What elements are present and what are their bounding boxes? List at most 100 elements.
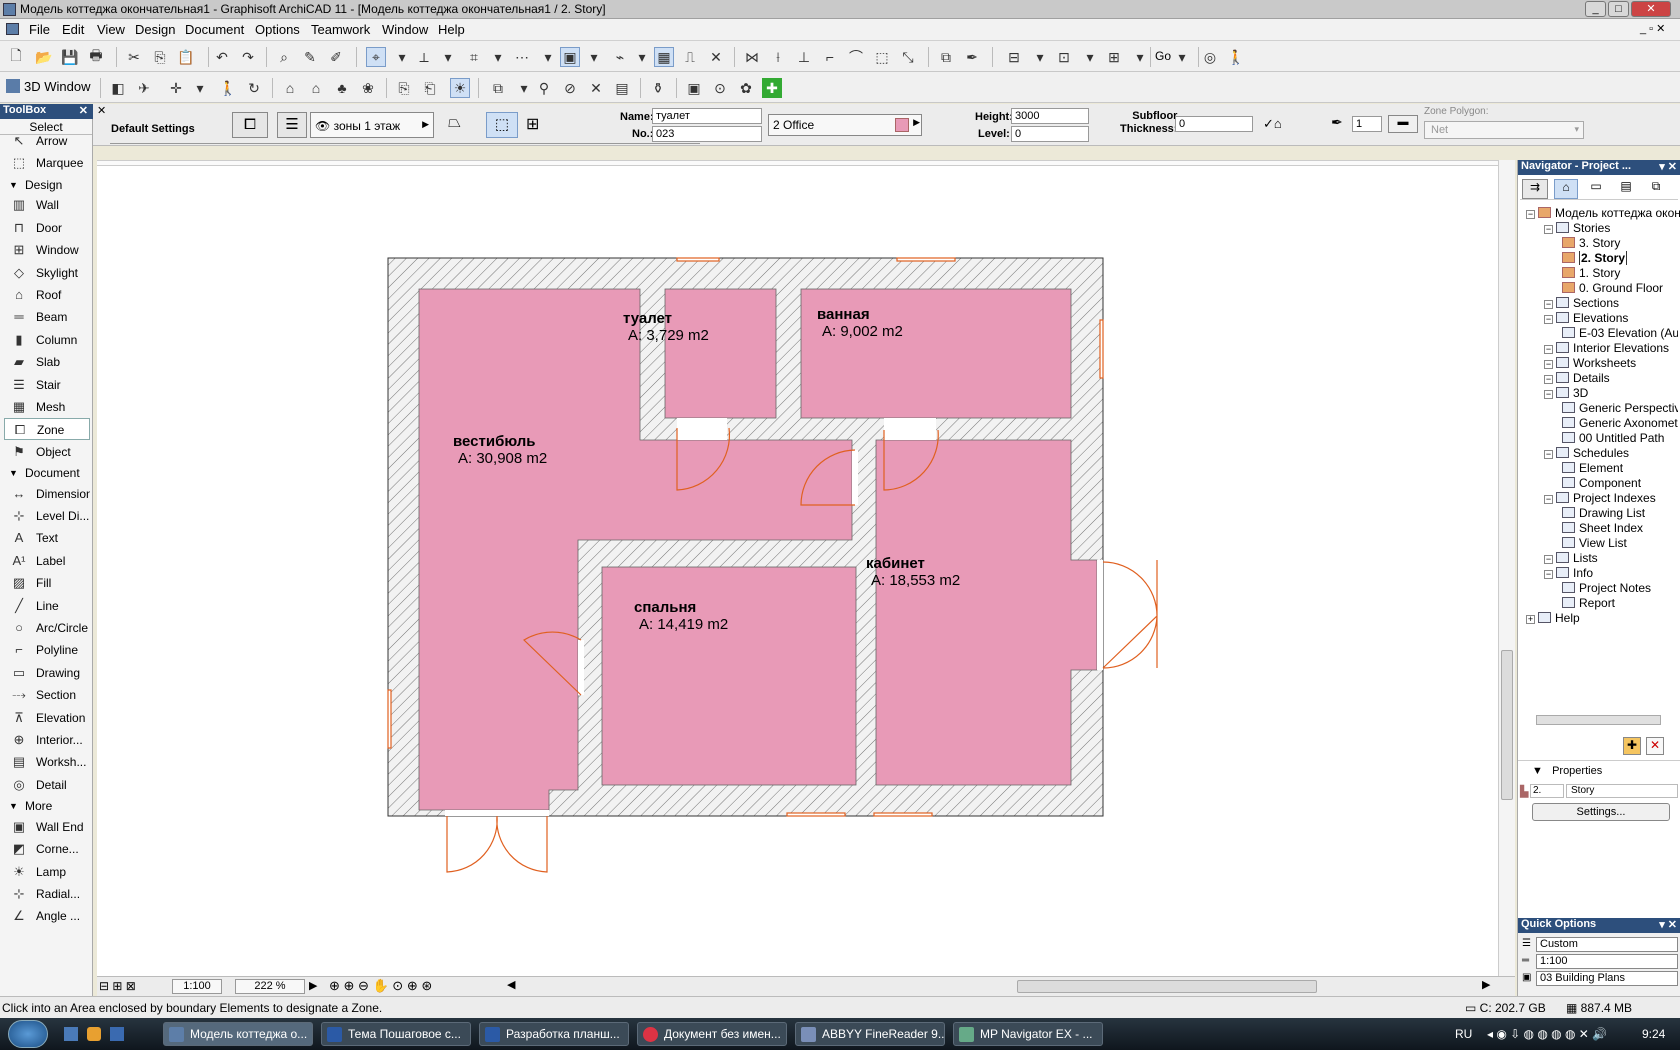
tool-interior[interactable]: ⊕ Interior... [4,729,90,751]
document-group-header[interactable]: ▼ Document [0,464,92,482]
subfloor-field[interactable]: 0 [1175,116,1253,132]
tree-item-report[interactable]: Report [1562,596,1678,610]
tree-item-0-ground-floor[interactable]: 0. Ground Floor [1562,281,1678,295]
zone-label-toilet[interactable]: туалет A: 3,729 m2 [623,310,709,344]
media-player-icon[interactable] [87,1027,101,1041]
menu-document[interactable]: Document [185,22,244,37]
open-icon[interactable]: 📂 [34,47,54,67]
zoom-field[interactable]: 222 % [235,979,305,994]
expand-toggle-icon[interactable]: − [1544,450,1553,459]
tool-mesh[interactable]: ▦ Mesh [4,396,90,418]
close-button[interactable]: ✕ [1631,1,1671,17]
height-field[interactable]: 3000 [1011,108,1089,124]
layer-display-icon[interactable]: ▣ [560,47,580,67]
tool-wall-end[interactable]: ▣ Wall End [4,816,90,838]
dropdown-arrow-icon[interactable]: ▾ [584,47,604,67]
new-view-icon[interactable]: ✚ [1623,737,1641,755]
split-icon[interactable]: ⋈ [742,47,762,67]
tool-section[interactable]: ⤏ Section [4,684,90,706]
floor-plan-canvas[interactable]: туалет A: 3,729 m2 ванная A: 9,002 m2 вест… [97,160,1507,976]
scroll-right-icon[interactable]: ▶ [1482,978,1490,991]
intersect-icon[interactable]: ⌐ [820,47,840,67]
tree-item-info[interactable]: − Info [1544,566,1678,580]
tool-drawing[interactable]: ▭ Drawing [4,662,90,684]
cube-icon[interactable]: ◧ [108,78,128,98]
menu-file[interactable]: File [29,22,50,37]
tool-angle[interactable]: ∠ Angle ... [4,905,90,927]
scroll-left-icon[interactable]: ◀ [507,978,515,991]
go-menu[interactable]: Go [1155,49,1171,63]
pen-icon[interactable]: ✒ [962,47,982,67]
zone-geometry-auto-icon[interactable]: ⊞ [526,114,539,134]
tool-object[interactable]: ⚑ Object [4,441,90,463]
zone-geometry-rect-icon[interactable]: ⬚ [486,112,518,138]
close-icon[interactable]: ✕ [97,104,107,117]
snap-guides-icon[interactable]: ⟂ [414,47,434,67]
tree-item-00-untitled-path[interactable]: 00 Untitled Path [1562,431,1678,445]
zone-settings-button[interactable]: ⧠ [232,112,268,138]
expand-toggle-icon[interactable]: − [1544,345,1553,354]
task-mp-navigator[interactable]: MP Navigator EX - ... [953,1022,1103,1046]
adjust-icon[interactable]: ⟊ [768,47,788,67]
tool-worksh[interactable]: ▤ Worksh... [4,751,90,773]
expand-toggle-icon[interactable]: − [1544,555,1553,564]
dropdown-arrow-icon[interactable]: ▾ [632,47,652,67]
tool-line[interactable]: ╱ Line [4,595,90,617]
menu-design[interactable]: Design [135,22,175,37]
measure-icon[interactable]: ⎍ [680,47,700,67]
paste-view-icon[interactable]: ⎗ [420,78,440,98]
fill-pattern-button[interactable]: ▬ [1388,115,1418,133]
tool-elevation[interactable]: ⊼ Elevation [4,707,90,729]
tree-item-interior-elevations[interactable]: − Interior Elevations [1544,341,1678,355]
switch-windows-icon[interactable] [110,1027,124,1041]
view-map-icon[interactable]: ▭ [1584,179,1608,199]
menu-edit[interactable]: Edit [62,22,84,37]
publisher-icon[interactable]: ⊞ [1104,47,1124,67]
zone-study[interactable] [875,439,1098,786]
expand-toggle-icon[interactable]: − [1544,375,1553,384]
tree-icon[interactable]: ♣ [332,78,352,98]
document-icon[interactable] [6,23,19,35]
tree-item-e-03-elevation-auto-rebuild-model[interactable]: E-03 Elevation (Auto-rebuild Model) [1562,326,1678,340]
expand-toggle-icon[interactable]: − [1544,360,1553,369]
tree-item-generic-axonometry[interactable]: Generic Axonometry [1562,416,1678,430]
tree-item-details[interactable]: − Details [1544,371,1678,385]
menu-teamwork[interactable]: Teamwork [311,22,370,37]
layer-combination-select[interactable]: Custom [1536,937,1678,952]
tool-lamp[interactable]: ☀ Lamp [4,861,90,883]
inject-icon[interactable]: ✐ [326,47,346,67]
level-field[interactable]: 0 [1011,126,1089,142]
dropdown-arrow-icon[interactable]: ▾ [438,47,458,67]
tree-item-schedules[interactable]: − Schedules [1544,446,1678,460]
fillet-icon[interactable]: ⌒ [846,47,866,67]
camera-icon[interactable]: ✈ [134,78,154,98]
zone-toilet[interactable] [664,288,777,419]
zone-label-study[interactable]: кабинет A: 18,553 m2 [866,555,960,589]
axis-icon[interactable]: ✛ [166,78,186,98]
maximize-button[interactable]: □ [1608,1,1629,17]
tool-detail[interactable]: ◎ Detail [4,774,90,796]
tool-window[interactable]: ⊞ Window [4,239,90,261]
menu-help[interactable]: Help [438,22,465,37]
project-map-icon[interactable]: ⌂ [1554,179,1578,199]
tool-slab[interactable]: ▰ Slab [4,351,90,373]
task-archicad[interactable]: Модель коттеджа о... [163,1022,313,1046]
pin-icon[interactable]: ⚲ [534,78,554,98]
tree-item-drawing-list[interactable]: Drawing List [1562,506,1678,520]
zone-label-vestibule[interactable]: вестибюль A: 30,908 m2 [453,433,547,467]
tree-item-worksheets[interactable]: − Worksheets [1544,356,1678,370]
infobox-scroll[interactable] [110,140,700,144]
copy-icon[interactable]: ⎘ [150,47,170,67]
grid-snap-icon[interactable]: ⌗ [464,47,484,67]
menu-view[interactable]: View [97,22,125,37]
task-word-2[interactable]: Разработка планш... [479,1022,629,1046]
tool-zone[interactable]: ⧠ Zone [4,418,90,441]
tree-item-stories[interactable]: − Stories [1544,221,1678,235]
paw-icon[interactable]: ❀ [358,78,378,98]
tool-arrow[interactable]: ↖ Arrow [4,130,90,152]
name-field[interactable]: туалет [652,108,762,124]
navigate-icon[interactable]: ◎ [1200,47,1220,67]
tree-item-2-story[interactable]: 2. Story [1562,251,1678,265]
tree-item-sections[interactable]: − Sections [1544,296,1678,310]
minimize-button[interactable]: _ [1585,1,1606,17]
